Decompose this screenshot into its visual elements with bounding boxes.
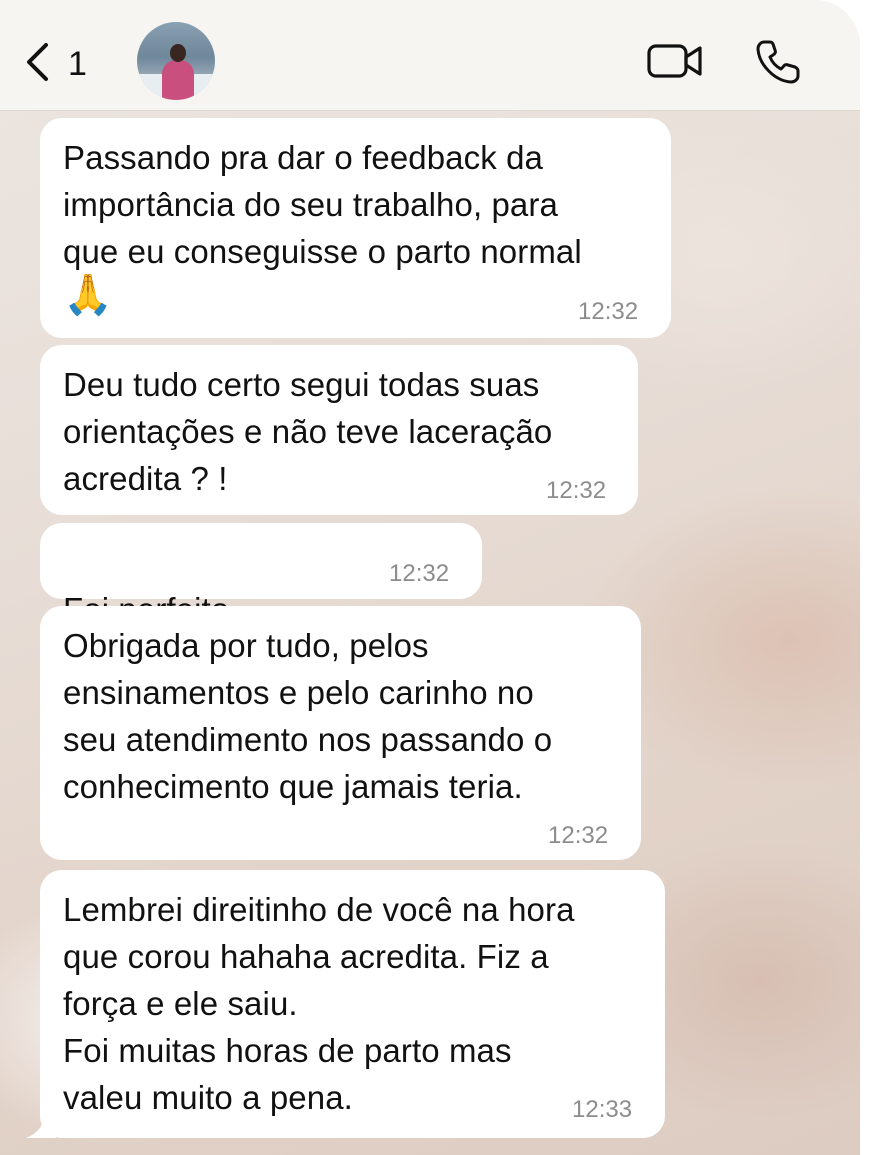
message-bubble[interactable]: Deu tudo certo segui todas suas orientaç… xyxy=(40,345,638,515)
praying-hands-emoji: 🙏 xyxy=(63,272,113,318)
message-text: Lembrei direitinho de você na hora que c… xyxy=(63,891,575,1116)
message-text: Deu tudo certo segui todas suas orientaç… xyxy=(63,366,553,497)
message-timestamp: 12:32 xyxy=(578,298,639,325)
chat-screen: 1 Passando pra dar o feedback da importâ… xyxy=(0,0,860,1155)
message-bubble[interactable]: Lembrei direitinho de você na hora que c… xyxy=(40,870,665,1138)
message-timestamp: 12:32 xyxy=(546,477,607,504)
message-bubble[interactable]: Passando pra dar o feedback da importânc… xyxy=(40,118,671,338)
screen-edge xyxy=(860,0,875,1155)
message-timestamp: 12:32 xyxy=(548,822,609,849)
avatar[interactable] xyxy=(137,22,215,100)
message-text: Obrigada por tudo, pelos ensinamentos e … xyxy=(63,627,553,805)
message-bubble[interactable]: Foi perfeito ❤❤ 12:32 xyxy=(40,523,482,679)
phone-icon[interactable] xyxy=(754,38,802,86)
video-camera-icon[interactable] xyxy=(646,42,704,80)
unread-count[interactable]: 1 xyxy=(68,44,87,84)
message-timestamp: 12:33 xyxy=(572,1096,633,1123)
bubble-tail xyxy=(26,1118,56,1138)
message-bubble[interactable]: Obrigada por tudo, pelos ensinamentos e … xyxy=(40,606,641,860)
chevron-left-icon[interactable] xyxy=(24,42,50,82)
message-timestamp: 12:32 xyxy=(389,560,450,587)
chat-header: 1 xyxy=(0,0,860,111)
message-text: Passando pra dar o feedback da importânc… xyxy=(63,139,582,270)
